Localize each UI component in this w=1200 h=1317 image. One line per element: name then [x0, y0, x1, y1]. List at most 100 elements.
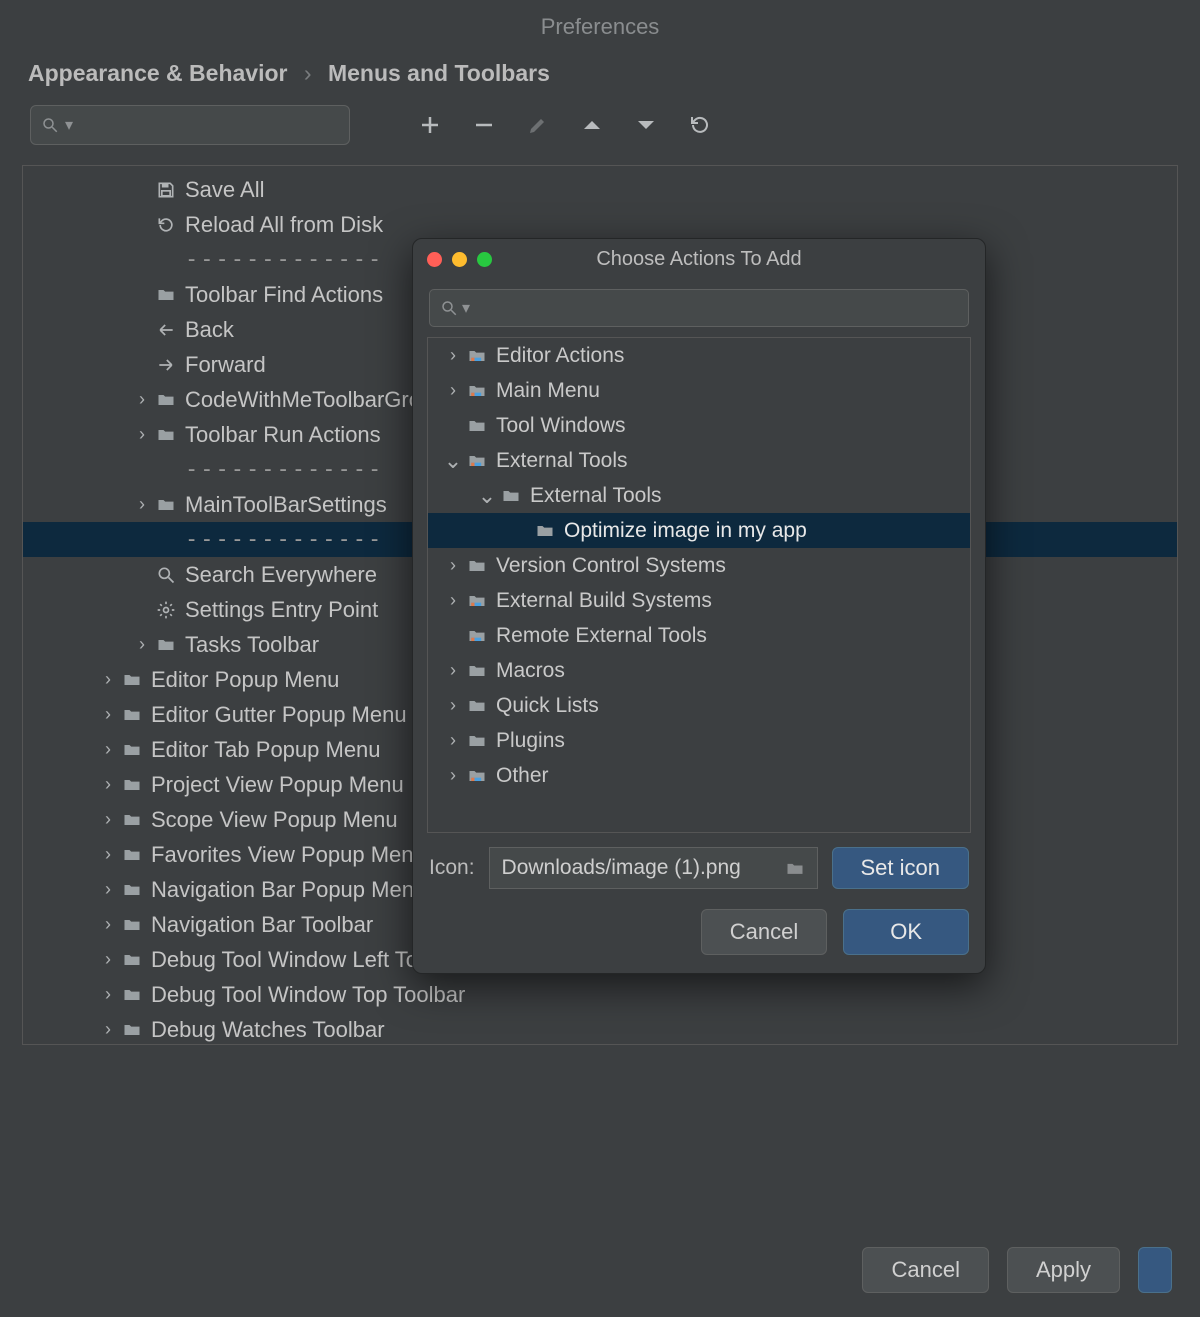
chevron-right-icon[interactable]: › — [442, 660, 464, 681]
tree-row-label: Favorites View Popup Menu — [151, 842, 426, 868]
folder-c-icon — [464, 451, 490, 471]
tree-row[interactable]: ⌄External Tools — [428, 443, 970, 478]
folder-icon — [464, 661, 490, 681]
icon-path-value: Downloads/image (1).png — [502, 856, 741, 880]
chevron-right-icon[interactable]: › — [131, 634, 153, 655]
apply-button[interactable]: Apply — [1007, 1247, 1120, 1293]
tree-row-label: Navigation Bar Toolbar — [151, 912, 373, 938]
folder-c-icon — [464, 346, 490, 366]
chevron-right-icon[interactable]: › — [97, 914, 119, 935]
chevron-right-icon[interactable]: › — [97, 809, 119, 830]
dialog-search-input[interactable]: ▾ — [429, 289, 969, 327]
tree-row-label: Editor Actions — [496, 344, 624, 368]
remove-button[interactable] — [468, 109, 500, 141]
window-title: Preferences — [0, 0, 1200, 54]
icon-path-field[interactable]: Downloads/image (1).png — [489, 847, 818, 889]
tree-row-label: Editor Popup Menu — [151, 667, 339, 693]
folder-icon — [119, 845, 145, 865]
tree-row[interactable]: ›Debug Tool Window Top Toolbar — [23, 977, 1177, 1012]
edit-button — [522, 109, 554, 141]
chevron-down-icon[interactable]: ⌄ — [476, 483, 498, 509]
dropdown-icon: ▾ — [462, 298, 470, 318]
folder-icon — [532, 521, 558, 541]
chevron-right-icon[interactable]: › — [97, 704, 119, 725]
tree-row[interactable]: ›Version Control Systems — [428, 548, 970, 583]
folder-icon — [464, 696, 490, 716]
tree-row-label: External Tools — [530, 484, 662, 508]
folder-icon — [119, 985, 145, 1005]
tree-row[interactable]: ›External Build Systems — [428, 583, 970, 618]
tree-row[interactable]: › Editor Actions — [428, 338, 970, 373]
breadcrumb: Appearance & Behavior › Menus and Toolba… — [0, 54, 1200, 105]
toolbar: ▾ — [0, 105, 1200, 153]
tree-row-label: Back — [185, 317, 234, 343]
add-button[interactable] — [414, 109, 446, 141]
tree-row-label: Tasks Toolbar — [185, 632, 319, 658]
chevron-right-icon[interactable]: › — [442, 345, 464, 366]
folder-icon — [153, 390, 179, 410]
chevron-right-icon[interactable]: › — [442, 380, 464, 401]
cancel-button[interactable]: Cancel — [862, 1247, 988, 1293]
tree-row-label: Toolbar Run Actions — [185, 422, 381, 448]
chevron-down-icon[interactable]: ⌄ — [442, 448, 464, 474]
tree-row[interactable]: ›Plugins — [428, 723, 970, 758]
tree-row[interactable]: Optimize image in my app — [428, 513, 970, 548]
chevron-right-icon[interactable]: › — [97, 669, 119, 690]
tree-row[interactable]: ›Macros — [428, 653, 970, 688]
folder-icon — [119, 810, 145, 830]
chevron-right-icon[interactable]: › — [97, 984, 119, 1005]
tree-row[interactable]: Tool Windows — [428, 408, 970, 443]
search-input[interactable]: ▾ — [30, 105, 350, 145]
forward-icon — [153, 355, 179, 375]
dialog-title: Choose Actions To Add — [413, 248, 985, 271]
tree-row[interactable]: › Main Menu — [428, 373, 970, 408]
tree-row[interactable]: ⌄ External Tools — [428, 478, 970, 513]
chevron-right-icon[interactable]: › — [97, 949, 119, 970]
breadcrumb-leaf: Menus and Toolbars — [328, 60, 550, 86]
chevron-right-icon[interactable]: › — [442, 730, 464, 751]
chevron-right-icon[interactable]: › — [442, 695, 464, 716]
tree-row-label: Scope View Popup Menu — [151, 807, 398, 833]
folder-icon — [464, 416, 490, 436]
chevron-right-icon[interactable]: › — [442, 765, 464, 786]
reset-button[interactable] — [684, 109, 716, 141]
chevron-right-icon[interactable]: › — [131, 494, 153, 515]
tree-row-label: Optimize image in my app — [564, 519, 807, 543]
tree-row-label: Other — [496, 764, 549, 788]
chevron-right-icon[interactable]: › — [97, 1019, 119, 1040]
set-icon-button[interactable]: Set icon — [832, 847, 970, 889]
tree-row-label: ------------- — [185, 457, 383, 482]
tree-row-label: CodeWithMeToolbarGroup — [185, 387, 445, 413]
tree-row[interactable]: Reload All from Disk — [23, 207, 1177, 242]
save-icon — [153, 180, 179, 200]
search-icon — [41, 116, 59, 134]
tree-row[interactable]: ›Quick Lists — [428, 688, 970, 723]
chevron-right-icon[interactable]: › — [442, 590, 464, 611]
footer: Cancel Apply — [862, 1247, 1172, 1293]
chevron-right-icon[interactable]: › — [97, 844, 119, 865]
chevron-right-icon[interactable]: › — [97, 774, 119, 795]
move-down-button[interactable] — [630, 109, 662, 141]
chevron-right-icon[interactable]: › — [131, 389, 153, 410]
dialog-cancel-button[interactable]: Cancel — [701, 909, 827, 955]
tree-row[interactable]: ›Debug Watches Toolbar — [23, 1012, 1177, 1045]
folder-icon — [119, 705, 145, 725]
chevron-right-icon[interactable]: › — [97, 739, 119, 760]
tree-row[interactable]: Remote External Tools — [428, 618, 970, 653]
move-up-button[interactable] — [576, 109, 608, 141]
chevron-right-icon[interactable]: › — [97, 879, 119, 900]
chevron-right-icon: › — [304, 60, 312, 86]
tree-row[interactable]: › Other — [428, 758, 970, 793]
chevron-right-icon[interactable]: › — [131, 424, 153, 445]
tree-row-label: Main Menu — [496, 379, 600, 403]
folder-icon — [153, 635, 179, 655]
breadcrumb-root[interactable]: Appearance & Behavior — [28, 60, 287, 86]
ok-button-partial[interactable] — [1138, 1247, 1172, 1293]
tree-row-label: ------------- — [185, 247, 383, 272]
chevron-right-icon[interactable]: › — [442, 555, 464, 576]
dialog-ok-button[interactable]: OK — [843, 909, 969, 955]
folder-open-icon[interactable] — [785, 858, 805, 878]
back-icon — [153, 320, 179, 340]
folder-c-icon — [464, 626, 490, 646]
tree-row[interactable]: Save All — [23, 172, 1177, 207]
